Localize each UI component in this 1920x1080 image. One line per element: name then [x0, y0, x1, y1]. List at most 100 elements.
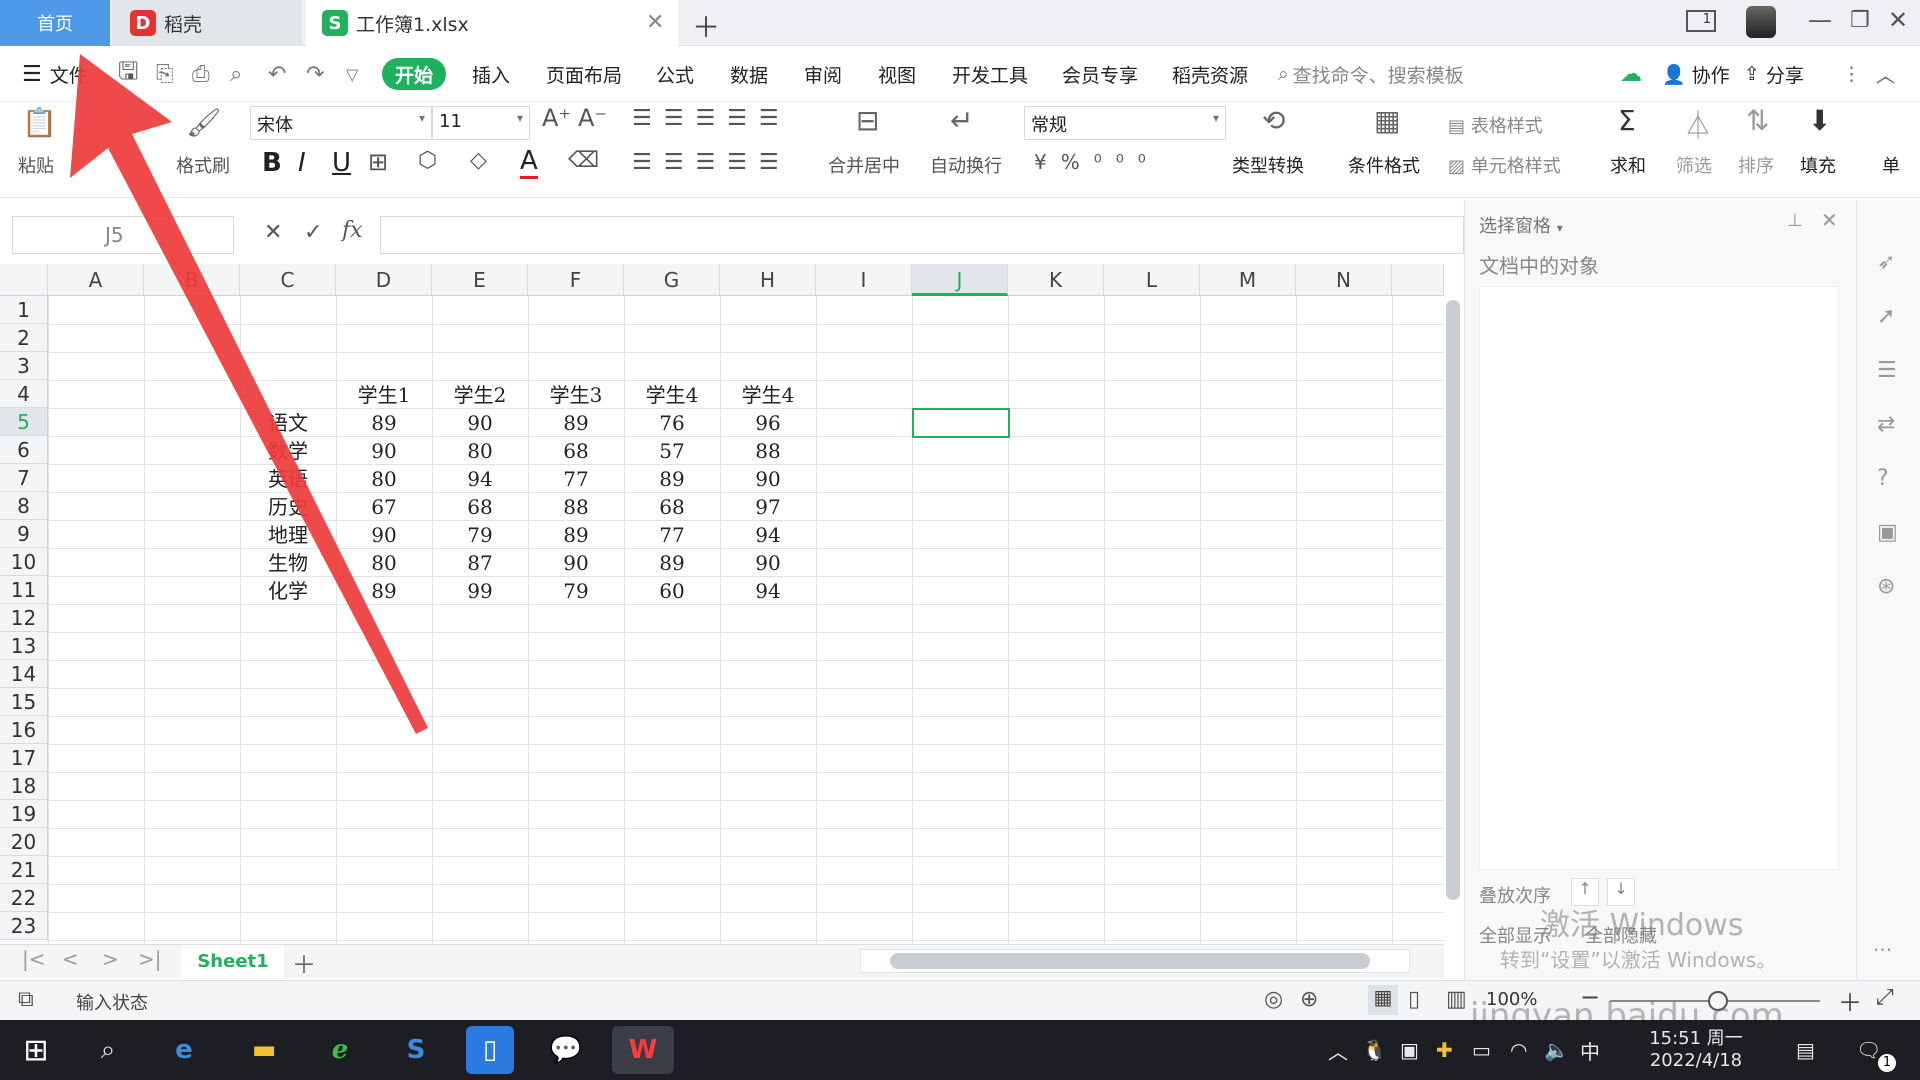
score-cell[interactable]: 89	[336, 576, 432, 604]
battery-icon[interactable]: ▭	[1472, 1020, 1491, 1080]
more-menu-icon[interactable]: ⋮	[1842, 46, 1861, 102]
browser-green-icon[interactable]: ℯ	[316, 1026, 364, 1074]
sort-label[interactable]: 排序	[1738, 152, 1774, 178]
cell-fill-icon[interactable]: ⬡	[418, 148, 437, 173]
center-view-icon[interactable]: ⊕	[1300, 987, 1318, 1012]
zoom-in-icon[interactable]: ＋	[1838, 983, 1862, 1018]
font-family-select[interactable]: 宋体 ▾	[250, 106, 432, 140]
fullscreen-icon[interactable]: ⤢	[1876, 985, 1894, 1010]
quick-access-dropdown-icon[interactable]: ▽	[346, 46, 358, 102]
normal-view-icon[interactable]: ▦	[1368, 985, 1398, 1015]
row-header[interactable]: 12	[0, 604, 48, 632]
next-sheet-icon[interactable]: >	[102, 947, 119, 971]
score-cell[interactable]: 90	[432, 408, 528, 436]
score-cell[interactable]: 77	[624, 520, 720, 548]
align-row2-icons[interactable]: ☰☰☰☰☰	[632, 150, 791, 175]
score-cell[interactable]: 99	[432, 576, 528, 604]
tab-data[interactable]: 数据	[730, 46, 768, 102]
merge-center-icon[interactable]: ⊟	[856, 104, 879, 137]
merge-center-label[interactable]: 合并居中	[828, 152, 900, 178]
font-size-select[interactable]: 11 ▾	[432, 106, 530, 140]
rocket-icon[interactable]: ➶	[1877, 250, 1895, 275]
column-header[interactable]: I	[816, 264, 912, 296]
subject-cell[interactable]: 生物	[240, 548, 336, 576]
sum-label[interactable]: 求和	[1610, 152, 1646, 178]
table-header-cell[interactable]: 学生4	[720, 380, 816, 408]
save-icon[interactable]: 🖫	[118, 46, 138, 102]
table-header-cell[interactable]: 学生1	[336, 380, 432, 408]
row-header[interactable]: 19	[0, 800, 48, 828]
column-header[interactable]: C	[240, 264, 336, 296]
tray-app-icon[interactable]: ▣	[1400, 1020, 1419, 1080]
search-box[interactable]: ⌕ 查找命令、搜索模板	[1278, 46, 1464, 102]
print-icon[interactable]: ⎙	[192, 46, 210, 102]
score-cell[interactable]: 90	[336, 436, 432, 464]
pane-title[interactable]: 选择窗格 ▾	[1479, 212, 1563, 238]
score-cell[interactable]: 80	[336, 548, 432, 576]
score-cell[interactable]: 57	[624, 436, 720, 464]
column-header[interactable]: A	[48, 264, 144, 296]
horizontal-scroll-thumb[interactable]	[890, 953, 1370, 969]
wrap-text-icon[interactable]: ↵	[950, 104, 973, 137]
format-painter-label[interactable]: 格式刷	[176, 152, 230, 178]
row-header[interactable]: 2	[0, 324, 48, 352]
subject-cell[interactable]: 化学	[240, 576, 336, 604]
row-header[interactable]: 11	[0, 576, 48, 604]
eye-protection-icon[interactable]: ◎	[1264, 987, 1283, 1012]
help-icon[interactable]: ?	[1877, 466, 1889, 491]
macro-record-icon[interactable]: ⧉	[18, 987, 34, 1012]
score-cell[interactable]: 94	[432, 464, 528, 492]
score-cell[interactable]: 94	[720, 520, 816, 548]
row-header[interactable]: 15	[0, 688, 48, 716]
cell-style-button[interactable]: ▨ 单元格样式	[1448, 152, 1561, 178]
sort-icon[interactable]: ⇅	[1746, 104, 1769, 137]
minimize-icon[interactable]: —	[1808, 6, 1832, 34]
tab-review[interactable]: 审阅	[804, 46, 842, 102]
single-label[interactable]: 单	[1882, 152, 1900, 178]
ie-browser-icon[interactable]: e	[160, 1026, 208, 1074]
row-header[interactable]: 14	[0, 660, 48, 688]
wrap-text-label[interactable]: 自动换行	[930, 152, 1002, 178]
underline-icon[interactable]: U	[332, 148, 351, 178]
last-sheet-icon[interactable]: >|	[138, 947, 162, 971]
score-cell[interactable]: 89	[624, 464, 720, 492]
conditional-format-label[interactable]: 条件格式	[1348, 152, 1420, 178]
close-pane-icon[interactable]: ✕	[1821, 208, 1838, 232]
transform-icon[interactable]: ⇄	[1877, 412, 1895, 437]
row-header[interactable]: 8	[0, 492, 48, 520]
column-header[interactable]: H	[720, 264, 816, 296]
tab-formula[interactable]: 公式	[656, 46, 694, 102]
name-box[interactable]: J5	[12, 216, 234, 254]
phone-app-icon[interactable]: ▯	[466, 1026, 514, 1074]
first-sheet-icon[interactable]: |<	[22, 947, 46, 971]
row-header[interactable]: 20	[0, 828, 48, 856]
score-cell[interactable]: 88	[720, 436, 816, 464]
score-cell[interactable]: 68	[624, 492, 720, 520]
select-all-corner[interactable]	[0, 264, 48, 296]
preview-icon[interactable]: ⌕	[230, 46, 242, 102]
increase-font-icon[interactable]: A⁺	[542, 104, 571, 132]
score-cell[interactable]: 60	[624, 576, 720, 604]
tab-member[interactable]: 会员专享	[1062, 46, 1138, 102]
column-header[interactable]: D	[336, 264, 432, 296]
wifi-icon[interactable]: ◠	[1510, 1020, 1527, 1080]
undo-icon[interactable]: ↶	[268, 46, 286, 102]
score-cell[interactable]: 89	[528, 408, 624, 436]
settings-sliders-icon[interactable]: ☰	[1877, 358, 1897, 383]
active-cell-selection[interactable]	[912, 408, 1010, 438]
subject-cell[interactable]: 语文	[240, 408, 336, 436]
column-header[interactable]: M	[1200, 264, 1296, 296]
number-format-icons[interactable]: ¥%⁰⁰⁰	[1034, 150, 1160, 174]
score-cell[interactable]: 79	[432, 520, 528, 548]
border-icon[interactable]: ⊞	[368, 148, 388, 176]
subject-cell[interactable]: 地理	[240, 520, 336, 548]
sum-icon[interactable]: Σ	[1618, 104, 1636, 137]
redo-icon[interactable]: ↷	[306, 46, 324, 102]
row-header[interactable]: 18	[0, 772, 48, 800]
column-header[interactable]: E	[432, 264, 528, 296]
row-header[interactable]: 17	[0, 744, 48, 772]
score-cell[interactable]: 94	[720, 576, 816, 604]
tab-view[interactable]: 视图	[878, 46, 916, 102]
clock[interactable]: 15:51 周一 2022/4/18	[1636, 1024, 1756, 1071]
cancel-icon[interactable]: ✕	[264, 220, 282, 245]
